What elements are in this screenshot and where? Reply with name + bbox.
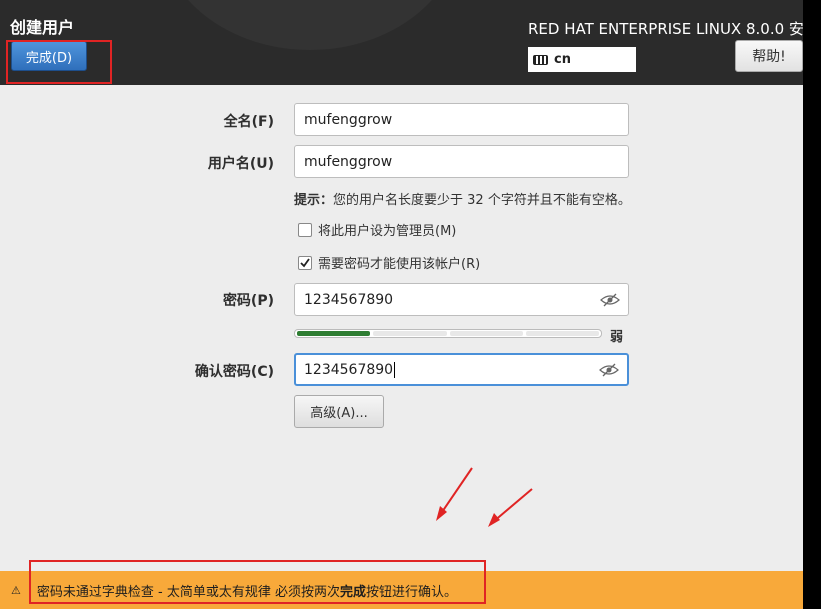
create-user-window: 创建用户 完成(D) RED HAT ENTERPRISE LINUX 8.0.…: [0, 0, 803, 609]
annotation-arrow: [436, 467, 473, 521]
annotation-arrow: [488, 488, 533, 527]
annotation-arrows: [436, 467, 533, 527]
